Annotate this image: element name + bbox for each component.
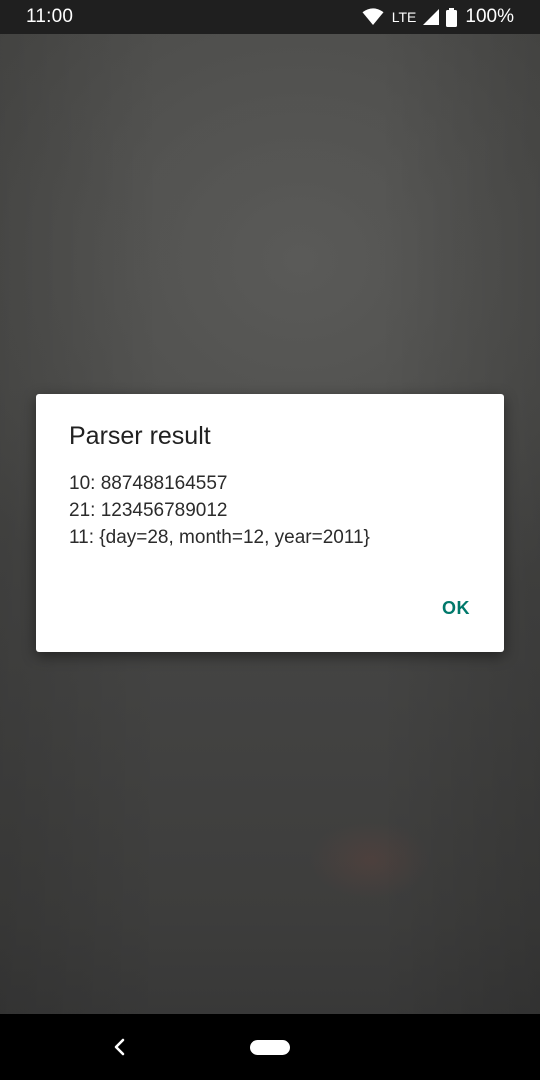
dialog-title: Parser result <box>69 422 211 450</box>
result-line: 10: 887488164557 <box>69 473 228 494</box>
navigation-bar <box>0 1014 540 1080</box>
status-bar: 11:00 LTE 100% <box>0 0 540 34</box>
back-icon[interactable] <box>110 1036 130 1058</box>
status-time: 11:00 <box>26 6 74 27</box>
status-icons: LTE 100% <box>362 6 514 28</box>
ok-button[interactable]: OK <box>442 598 470 619</box>
wifi-icon <box>362 8 384 26</box>
battery-icon <box>446 7 458 27</box>
home-pill[interactable] <box>250 1040 290 1055</box>
parser-result-dialog: Parser result 10: 887488164557 21: 12345… <box>36 394 504 652</box>
result-line: 21: 123456789012 <box>69 500 228 521</box>
dialog-message: 10: 887488164557 21: 123456789012 11: {d… <box>69 470 370 551</box>
result-line: 11: {day=28, month=12, year=2011} <box>69 527 370 548</box>
battery-percentage: 100% <box>465 6 514 27</box>
network-type-label: LTE <box>391 9 417 25</box>
signal-icon <box>422 8 440 26</box>
